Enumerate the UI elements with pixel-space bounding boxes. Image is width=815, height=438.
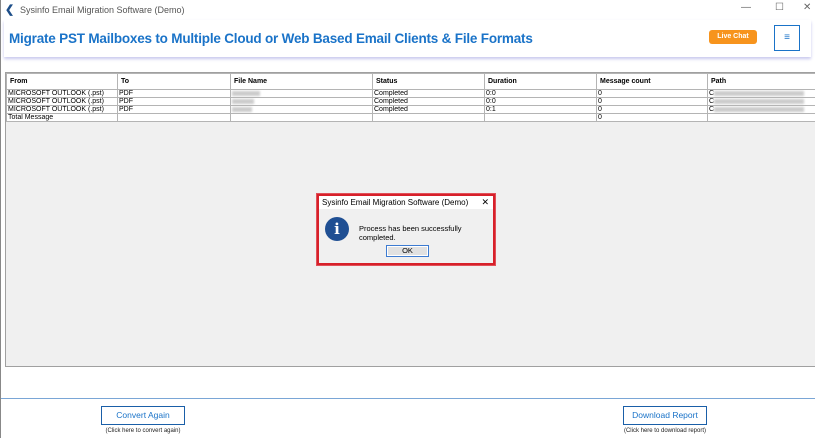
table-header: From To File Name Status Duration Messag… — [6, 73, 815, 90]
cell-duration: 0:1 — [484, 105, 597, 114]
cell-duration: 0:0 — [484, 89, 597, 98]
total-row: Total Message 0 — [6, 113, 815, 122]
cell-path: C — [707, 89, 815, 98]
cell-duration: 0:0 — [484, 97, 597, 106]
convert-again-button[interactable]: Convert Again — [101, 406, 185, 425]
cell-from: MICROSOFT OUTLOOK (.pst) — [6, 89, 118, 98]
cell-file-name — [230, 89, 373, 98]
header-banner: Migrate PST Mailboxes to Multiple Cloud … — [4, 20, 811, 57]
cell-path: C — [707, 105, 815, 114]
convert-again-hint: (Click here to convert again) — [105, 428, 181, 434]
live-chat-button[interactable]: Live Chat — [709, 30, 757, 44]
dialog-message: Process has been successfully completed. — [359, 224, 462, 242]
cell-status: Completed — [372, 97, 485, 106]
col-from[interactable]: From — [6, 73, 118, 90]
cell-from: MICROSOFT OUTLOOK (.pst) — [6, 97, 118, 106]
page-title: Migrate PST Mailboxes to Multiple Cloud … — [9, 31, 533, 46]
cell-count: 0 — [596, 89, 708, 98]
minimize-icon[interactable]: — — [741, 2, 751, 13]
cell-file-name — [230, 97, 373, 106]
download-report-button[interactable]: Download Report — [623, 406, 707, 425]
completion-dialog: Sysinfo Email Migration Software (Demo) … — [317, 194, 495, 265]
maximize-icon[interactable]: ☐ — [775, 2, 784, 13]
table-row[interactable]: MICROSOFT OUTLOOK (.pst) PDF Completed 0… — [6, 89, 815, 98]
total-label: Total Message — [6, 113, 118, 122]
col-file-name[interactable]: File Name — [230, 73, 373, 90]
cell-count: 0 — [596, 105, 708, 114]
table-row[interactable]: MICROSOFT OUTLOOK (.pst) PDF Completed 0… — [6, 105, 815, 114]
info-icon: i — [325, 217, 349, 241]
cell-path: C — [707, 97, 815, 106]
cell-status: Completed — [372, 89, 485, 98]
cell-to: PDF — [117, 97, 231, 106]
ok-button[interactable]: OK — [386, 245, 429, 257]
cell-to: PDF — [117, 89, 231, 98]
dialog-close-icon[interactable]: ✕ — [481, 196, 489, 209]
cell-count: 0 — [596, 97, 708, 106]
hamburger-icon: ≡ — [784, 32, 790, 43]
col-message-count[interactable]: Message count — [596, 73, 708, 90]
total-count: 0 — [596, 113, 708, 122]
cell-from: MICROSOFT OUTLOOK (.pst) — [6, 105, 118, 114]
cell-status: Completed — [372, 105, 485, 114]
download-report-hint: (Click here to download report) — [623, 428, 707, 434]
results-table: From To File Name Status Duration Messag… — [6, 73, 815, 122]
dialog-title: Sysinfo Email Migration Software (Demo) — [322, 198, 469, 207]
cell-file-name — [230, 105, 373, 114]
table-row[interactable]: MICROSOFT OUTLOOK (.pst) PDF Completed 0… — [6, 97, 815, 106]
col-duration[interactable]: Duration — [484, 73, 597, 90]
col-to[interactable]: To — [117, 73, 231, 90]
cell-to: PDF — [117, 105, 231, 114]
app-logo-icon: ❮ — [5, 3, 15, 16]
dialog-title-bar: Sysinfo Email Migration Software (Demo) … — [319, 196, 493, 209]
title-bar: ❮ Sysinfo Email Migration Software (Demo… — [1, 0, 815, 19]
footer-divider — [1, 398, 815, 399]
close-icon[interactable]: ✕ — [803, 2, 811, 13]
window-title: Sysinfo Email Migration Software (Demo) — [20, 4, 185, 15]
col-status[interactable]: Status — [372, 73, 485, 90]
col-path[interactable]: Path — [707, 73, 815, 90]
menu-button[interactable]: ≡ — [774, 25, 800, 51]
